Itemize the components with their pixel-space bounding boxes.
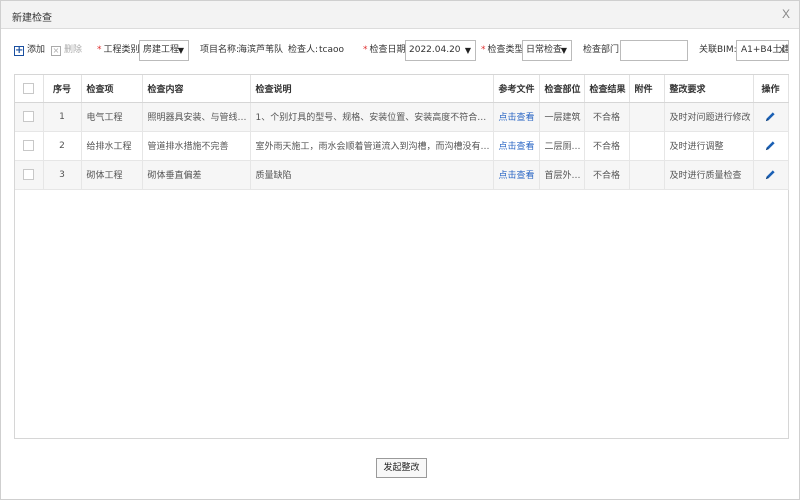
new-inspection-dialog: 新建检查 X + 添加 × 删除 * 工程类别: 房建工程 ▼ 项目名称: 海滨芦苇队… [0,0,800,500]
dept-input[interactable] [620,40,688,61]
row-number: 2 [43,131,82,161]
row-attachment[interactable] [629,160,665,190]
row-result: 不合格 [584,131,630,161]
row-content: 管道排水措施不完善 [142,131,251,161]
dropdown-arrow-icon: ▼ [464,46,471,55]
project-name-label: 项目名称: [200,45,240,55]
row-checkbox[interactable] [15,160,44,190]
column-header: 检查部位 [539,75,585,103]
inspection-date-select[interactable]: 2022.04.20 ▼ [405,40,476,61]
add-button-label: 添加 [27,45,46,55]
row-number: 1 [43,102,82,132]
inspection-date-label: * 检查日期: [363,45,409,55]
row-description: 质量缺陷 [250,160,494,190]
pencil-icon [765,170,775,180]
row-requirement: 及时进行质量检查 [664,160,754,190]
row-item: 电气工程 [81,102,143,132]
submit-rectification-button[interactable]: 发起整改 [376,458,427,478]
column-header: 整改要求 [664,75,754,103]
row-attachment[interactable] [629,102,665,132]
edit-button[interactable] [753,160,789,190]
project-type-select[interactable]: 房建工程 ▼ [139,40,189,61]
column-header: 检查项 [81,75,143,103]
table-header-row: 序号 检查项 检查内容 检查说明 参考文件 检查部位 检查结果 附件 整改要求 … [15,75,789,103]
view-reference-link[interactable]: 点击查看 [493,160,540,190]
column-header: 操作 [753,75,789,103]
column-header: 序号 [43,75,82,103]
bim-input[interactable]: A1+B4土建1 X [736,40,789,61]
table-row[interactable]: 1 电气工程 照明器具安装、与管线安装存在问题 1、个别灯具的型号、规格、安装位… [15,102,789,132]
row-location: 一层建筑 [539,102,585,132]
row-requirement: 及时进行调整 [664,131,754,161]
row-result: 不合格 [584,160,630,190]
bim-label: 关联BIM: [699,45,737,55]
view-reference-link[interactable]: 点击查看 [493,102,540,132]
row-result: 不合格 [584,102,630,132]
project-type-label: * 工程类别: [97,45,143,55]
check-type-label: * 检查类型: [481,45,527,55]
column-header: 检查说明 [250,75,494,103]
row-checkbox[interactable] [15,102,44,132]
delete-button[interactable]: × 删除 [51,39,82,61]
close-icon[interactable]: X [782,7,790,21]
inspection-table: 序号 检查项 检查内容 检查说明 参考文件 检查部位 检查结果 附件 整改要求 … [14,74,789,439]
edit-button[interactable] [753,131,789,161]
inspector-value: tcaoo [319,45,345,55]
row-description: 室外雨天施工，雨水会顺着管道流入到沟槽，而沟槽没有采取相应的排水措施 [250,131,494,161]
column-header: 检查结果 [584,75,630,103]
row-number: 3 [43,160,82,190]
column-header: 附件 [629,75,665,103]
row-content: 照明器具安装、与管线安装存在问题 [142,102,251,132]
delete-icon: × [51,46,61,56]
row-content: 砌体垂直偏差 [142,160,251,190]
edit-button[interactable] [753,102,789,132]
toolbar: + 添加 × 删除 * 工程类别: 房建工程 ▼ 项目名称: 海滨芦苇队 检查人: t… [1,39,800,63]
row-item: 给排水工程 [81,131,143,161]
column-header: 参考文件 [493,75,540,103]
delete-button-label: 删除 [64,45,83,55]
column-header: 检查内容 [142,75,251,103]
inspector-label: 检查人: [288,45,319,55]
pencil-icon [765,112,775,122]
plus-icon: + [14,45,24,56]
pencil-icon [765,141,775,151]
select-all-checkbox[interactable] [15,75,44,103]
row-item: 砌体工程 [81,160,143,190]
dropdown-arrow-icon: ▼ [560,46,567,55]
row-requirement: 及时对问题进行修改 [664,102,754,132]
row-attachment[interactable] [629,131,665,161]
project-name-value: 海滨芦苇队 [238,45,284,55]
add-button[interactable]: + 添加 [14,39,45,61]
view-reference-link[interactable]: 点击查看 [493,131,540,161]
check-type-select[interactable]: 日常检查 ▼ [522,40,572,61]
table-row[interactable]: 3 砌体工程 砌体垂直偏差 质量缺陷 点击查看 首层外墙处 不合格 及时进行质量… [15,160,789,190]
table-row[interactable]: 2 给排水工程 管道排水措施不完善 室外雨天施工，雨水会顺着管道流入到沟槽，而沟… [15,131,789,161]
row-checkbox[interactable] [15,131,44,161]
row-description: 1、个别灯具的型号、规格、安装位置、安装高度不符合设计要求。2、灯具安装不牢固 [250,102,494,132]
dialog-titlebar: 新建检查 X [1,1,799,29]
project-type-value: 房建工程 [143,45,180,55]
inspection-date-value: 2022.04.20 [409,45,461,55]
dialog-title: 新建检查 [12,13,52,24]
row-location: 二层厕所位置 [539,131,585,161]
clear-icon[interactable]: X [779,41,785,60]
check-type-value: 日常检查 [526,45,563,55]
row-location: 首层外墙处 [539,160,585,190]
dropdown-arrow-icon: ▼ [177,46,184,55]
dept-label: 检查部门: [583,45,623,55]
